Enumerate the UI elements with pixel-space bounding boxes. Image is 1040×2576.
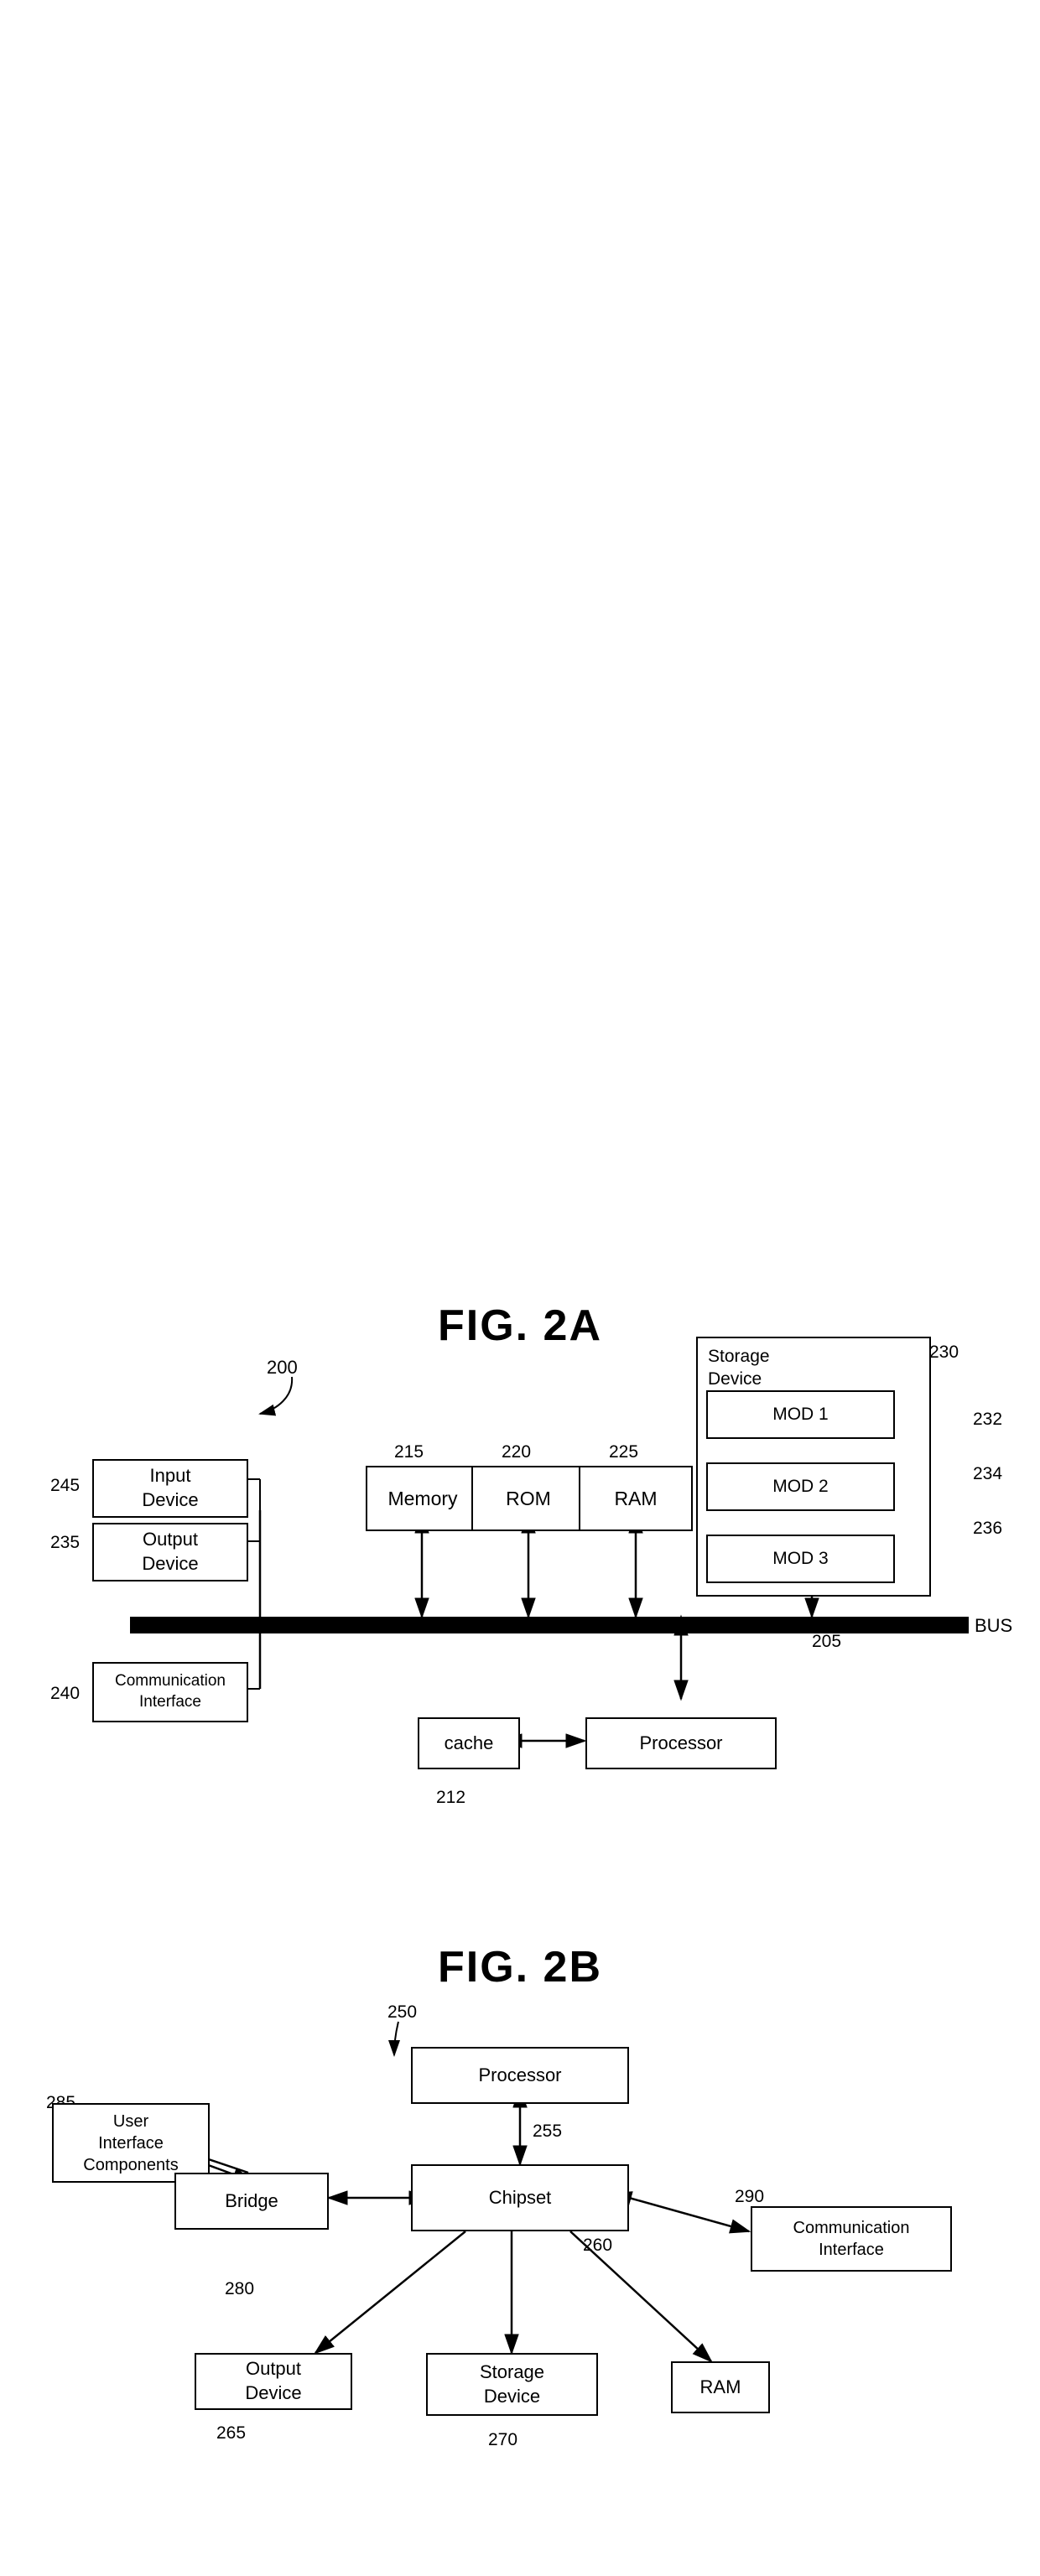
- chipset-num-label: 260: [583, 2236, 612, 2256]
- svg-text:236: 236: [973, 1519, 1002, 1538]
- svg-text:232: 232: [973, 1410, 1002, 1429]
- ram-box-2a: RAM: [579, 1466, 693, 1531]
- memory-box: Memory: [366, 1466, 480, 1531]
- svg-text:BUS: BUS: [975, 1615, 1012, 1636]
- output-device-box-2b: OutputDevice: [195, 2353, 352, 2410]
- storage-device-box-2b: StorageDevice: [426, 2353, 598, 2416]
- svg-text:225: 225: [609, 1442, 638, 1462]
- svg-text:220: 220: [502, 1442, 531, 1462]
- svg-text:255: 255: [533, 2122, 562, 2141]
- comm-interface-box-2a: CommunicationInterface: [92, 1662, 248, 1722]
- svg-text:230: 230: [929, 1343, 959, 1362]
- bus-bar: [130, 1617, 969, 1633]
- svg-text:265: 265: [216, 2423, 246, 2443]
- mod3-box: MOD 3: [706, 1535, 895, 1583]
- uic-box: UserInterfaceComponents: [52, 2103, 210, 2183]
- comm-interface-box-2b: CommunicationInterface: [751, 2206, 952, 2272]
- svg-text:290: 290: [735, 2187, 764, 2206]
- svg-text:245: 245: [50, 1476, 80, 1495]
- bridge-box: Bridge: [174, 2173, 329, 2230]
- input-device-box: InputDevice: [92, 1459, 248, 1518]
- svg-text:280: 280: [225, 2279, 254, 2298]
- svg-text:205: 205: [812, 1632, 841, 1651]
- cache-box: cache: [418, 1717, 520, 1769]
- svg-text:234: 234: [973, 1464, 1002, 1483]
- svg-text:200: 200: [267, 1357, 298, 1378]
- mod1-box: MOD 1: [706, 1390, 895, 1439]
- svg-text:215: 215: [394, 1442, 424, 1462]
- ram-box-2b: RAM: [671, 2361, 770, 2413]
- mod2-box: MOD 2: [706, 1462, 895, 1511]
- chipset-box: Chipset: [411, 2164, 629, 2231]
- processor-box-2a: Processor: [585, 1717, 777, 1769]
- svg-text:250: 250: [387, 2002, 417, 2022]
- processor-box-2b: Processor: [411, 2047, 629, 2104]
- svg-text:270: 270: [488, 2430, 517, 2449]
- svg-text:212: 212: [436, 1788, 465, 1807]
- svg-text:240: 240: [50, 1684, 80, 1703]
- output-device-box: OutputDevice: [92, 1523, 248, 1581]
- rom-box: ROM: [471, 1466, 585, 1531]
- svg-text:235: 235: [50, 1533, 80, 1552]
- storage-device-outer-box: StorageDevice MOD 1 MOD 2 MOD 3: [696, 1337, 931, 1597]
